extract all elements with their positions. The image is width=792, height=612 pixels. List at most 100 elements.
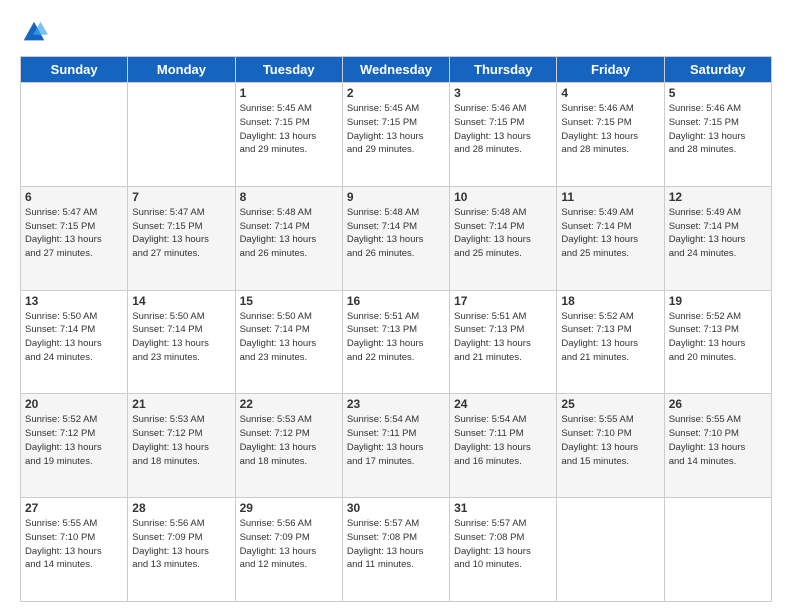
day-info: Sunrise: 5:54 AM Sunset: 7:11 PM Dayligh… bbox=[454, 413, 552, 468]
day-info: Sunrise: 5:47 AM Sunset: 7:15 PM Dayligh… bbox=[25, 206, 123, 261]
logo bbox=[20, 18, 50, 46]
calendar-cell: 14 Sunrise: 5:50 AM Sunset: 7:14 PM Dayli… bbox=[128, 290, 235, 394]
calendar-cell: 12 Sunrise: 5:49 AM Sunset: 7:14 PM Dayli… bbox=[664, 186, 771, 290]
day-number: 1 bbox=[240, 86, 338, 100]
day-info: Sunrise: 5:48 AM Sunset: 7:14 PM Dayligh… bbox=[347, 206, 445, 261]
calendar-cell: 3 Sunrise: 5:46 AM Sunset: 7:15 PM Daylig… bbox=[450, 83, 557, 187]
day-number: 14 bbox=[132, 294, 230, 308]
day-of-week-header: Thursday bbox=[450, 57, 557, 83]
day-info: Sunrise: 5:47 AM Sunset: 7:15 PM Dayligh… bbox=[132, 206, 230, 261]
day-number: 4 bbox=[561, 86, 659, 100]
calendar-cell: 18 Sunrise: 5:52 AM Sunset: 7:13 PM Dayli… bbox=[557, 290, 664, 394]
day-number: 23 bbox=[347, 397, 445, 411]
calendar-cell: 20 Sunrise: 5:52 AM Sunset: 7:12 PM Dayli… bbox=[21, 394, 128, 498]
day-number: 11 bbox=[561, 190, 659, 204]
day-info: Sunrise: 5:48 AM Sunset: 7:14 PM Dayligh… bbox=[240, 206, 338, 261]
calendar-cell: 2 Sunrise: 5:45 AM Sunset: 7:15 PM Daylig… bbox=[342, 83, 449, 187]
calendar-cell: 16 Sunrise: 5:51 AM Sunset: 7:13 PM Dayli… bbox=[342, 290, 449, 394]
calendar-week: 6 Sunrise: 5:47 AM Sunset: 7:15 PM Daylig… bbox=[21, 186, 772, 290]
day-number: 19 bbox=[669, 294, 767, 308]
calendar-cell: 27 Sunrise: 5:55 AM Sunset: 7:10 PM Dayli… bbox=[21, 498, 128, 602]
calendar-cell: 11Sunrise: 5:49 AM Sunset: 7:14 PM Dayli… bbox=[557, 186, 664, 290]
calendar-cell bbox=[128, 83, 235, 187]
day-info: Sunrise: 5:51 AM Sunset: 7:13 PM Dayligh… bbox=[454, 310, 552, 365]
day-number: 2 bbox=[347, 86, 445, 100]
day-info: Sunrise: 5:55 AM Sunset: 7:10 PM Dayligh… bbox=[561, 413, 659, 468]
day-info: Sunrise: 5:55 AM Sunset: 7:10 PM Dayligh… bbox=[25, 517, 123, 572]
calendar-cell bbox=[21, 83, 128, 187]
day-info: Sunrise: 5:45 AM Sunset: 7:15 PM Dayligh… bbox=[240, 102, 338, 157]
logo-icon bbox=[20, 18, 48, 46]
day-info: Sunrise: 5:49 AM Sunset: 7:14 PM Dayligh… bbox=[669, 206, 767, 261]
day-number: 9 bbox=[347, 190, 445, 204]
day-info: Sunrise: 5:56 AM Sunset: 7:09 PM Dayligh… bbox=[240, 517, 338, 572]
day-number: 16 bbox=[347, 294, 445, 308]
calendar-cell: 13 Sunrise: 5:50 AM Sunset: 7:14 PM Dayli… bbox=[21, 290, 128, 394]
day-number: 13 bbox=[25, 294, 123, 308]
calendar-cell: 29 Sunrise: 5:56 AM Sunset: 7:09 PM Dayli… bbox=[235, 498, 342, 602]
calendar-cell: 7 Sunrise: 5:47 AM Sunset: 7:15 PM Daylig… bbox=[128, 186, 235, 290]
day-number: 10 bbox=[454, 190, 552, 204]
calendar-cell: 30 Sunrise: 5:57 AM Sunset: 7:08 PM Dayli… bbox=[342, 498, 449, 602]
calendar-week: 27 Sunrise: 5:55 AM Sunset: 7:10 PM Dayli… bbox=[21, 498, 772, 602]
calendar-cell: 4 Sunrise: 5:46 AM Sunset: 7:15 PM Daylig… bbox=[557, 83, 664, 187]
day-info: Sunrise: 5:52 AM Sunset: 7:12 PM Dayligh… bbox=[25, 413, 123, 468]
day-number: 26 bbox=[669, 397, 767, 411]
day-of-week-header: Friday bbox=[557, 57, 664, 83]
calendar-cell: 26 Sunrise: 5:55 AM Sunset: 7:10 PM Dayli… bbox=[664, 394, 771, 498]
day-number: 21 bbox=[132, 397, 230, 411]
calendar-cell: 28 Sunrise: 5:56 AM Sunset: 7:09 PM Dayli… bbox=[128, 498, 235, 602]
day-number: 28 bbox=[132, 501, 230, 515]
calendar-cell: 1 Sunrise: 5:45 AM Sunset: 7:15 PM Daylig… bbox=[235, 83, 342, 187]
header-row: SundayMondayTuesdayWednesdayThursdayFrid… bbox=[21, 57, 772, 83]
day-number: 27 bbox=[25, 501, 123, 515]
day-of-week-header: Wednesday bbox=[342, 57, 449, 83]
day-number: 12 bbox=[669, 190, 767, 204]
day-of-week-header: Tuesday bbox=[235, 57, 342, 83]
day-info: Sunrise: 5:55 AM Sunset: 7:10 PM Dayligh… bbox=[669, 413, 767, 468]
day-number: 7 bbox=[132, 190, 230, 204]
day-number: 17 bbox=[454, 294, 552, 308]
calendar-cell: 15 Sunrise: 5:50 AM Sunset: 7:14 PM Dayli… bbox=[235, 290, 342, 394]
day-info: Sunrise: 5:51 AM Sunset: 7:13 PM Dayligh… bbox=[347, 310, 445, 365]
day-info: Sunrise: 5:56 AM Sunset: 7:09 PM Dayligh… bbox=[132, 517, 230, 572]
calendar-cell: 24Sunrise: 5:54 AM Sunset: 7:11 PM Dayli… bbox=[450, 394, 557, 498]
day-info: Sunrise: 5:57 AM Sunset: 7:08 PM Dayligh… bbox=[347, 517, 445, 572]
day-info: Sunrise: 5:52 AM Sunset: 7:13 PM Dayligh… bbox=[669, 310, 767, 365]
day-info: Sunrise: 5:46 AM Sunset: 7:15 PM Dayligh… bbox=[454, 102, 552, 157]
day-info: Sunrise: 5:46 AM Sunset: 7:15 PM Dayligh… bbox=[561, 102, 659, 157]
calendar-cell: 23Sunrise: 5:54 AM Sunset: 7:11 PM Dayli… bbox=[342, 394, 449, 498]
day-number: 30 bbox=[347, 501, 445, 515]
page: SundayMondayTuesdayWednesdayThursdayFrid… bbox=[0, 0, 792, 612]
calendar-cell: 25Sunrise: 5:55 AM Sunset: 7:10 PM Dayli… bbox=[557, 394, 664, 498]
calendar-cell: 9 Sunrise: 5:48 AM Sunset: 7:14 PM Daylig… bbox=[342, 186, 449, 290]
calendar-cell: 6 Sunrise: 5:47 AM Sunset: 7:15 PM Daylig… bbox=[21, 186, 128, 290]
day-number: 5 bbox=[669, 86, 767, 100]
day-number: 8 bbox=[240, 190, 338, 204]
calendar-cell bbox=[557, 498, 664, 602]
day-number: 18 bbox=[561, 294, 659, 308]
day-number: 6 bbox=[25, 190, 123, 204]
day-number: 3 bbox=[454, 86, 552, 100]
calendar-cell: 22Sunrise: 5:53 AM Sunset: 7:12 PM Dayli… bbox=[235, 394, 342, 498]
day-info: Sunrise: 5:50 AM Sunset: 7:14 PM Dayligh… bbox=[240, 310, 338, 365]
calendar-cell bbox=[664, 498, 771, 602]
header bbox=[20, 18, 772, 46]
day-info: Sunrise: 5:52 AM Sunset: 7:13 PM Dayligh… bbox=[561, 310, 659, 365]
calendar-week: 20 Sunrise: 5:52 AM Sunset: 7:12 PM Dayli… bbox=[21, 394, 772, 498]
day-info: Sunrise: 5:45 AM Sunset: 7:15 PM Dayligh… bbox=[347, 102, 445, 157]
calendar-cell: 5Sunrise: 5:46 AM Sunset: 7:15 PM Daylig… bbox=[664, 83, 771, 187]
day-info: Sunrise: 5:53 AM Sunset: 7:12 PM Dayligh… bbox=[132, 413, 230, 468]
day-info: Sunrise: 5:50 AM Sunset: 7:14 PM Dayligh… bbox=[25, 310, 123, 365]
day-of-week-header: Sunday bbox=[21, 57, 128, 83]
day-of-week-header: Saturday bbox=[664, 57, 771, 83]
day-number: 20 bbox=[25, 397, 123, 411]
calendar-cell: 19 Sunrise: 5:52 AM Sunset: 7:13 PM Dayli… bbox=[664, 290, 771, 394]
day-number: 29 bbox=[240, 501, 338, 515]
day-number: 31 bbox=[454, 501, 552, 515]
calendar-week: 1 Sunrise: 5:45 AM Sunset: 7:15 PM Daylig… bbox=[21, 83, 772, 187]
day-info: Sunrise: 5:50 AM Sunset: 7:14 PM Dayligh… bbox=[132, 310, 230, 365]
day-number: 15 bbox=[240, 294, 338, 308]
calendar-cell: 21 Sunrise: 5:53 AM Sunset: 7:12 PM Dayli… bbox=[128, 394, 235, 498]
calendar-cell: 8 Sunrise: 5:48 AM Sunset: 7:14 PM Daylig… bbox=[235, 186, 342, 290]
